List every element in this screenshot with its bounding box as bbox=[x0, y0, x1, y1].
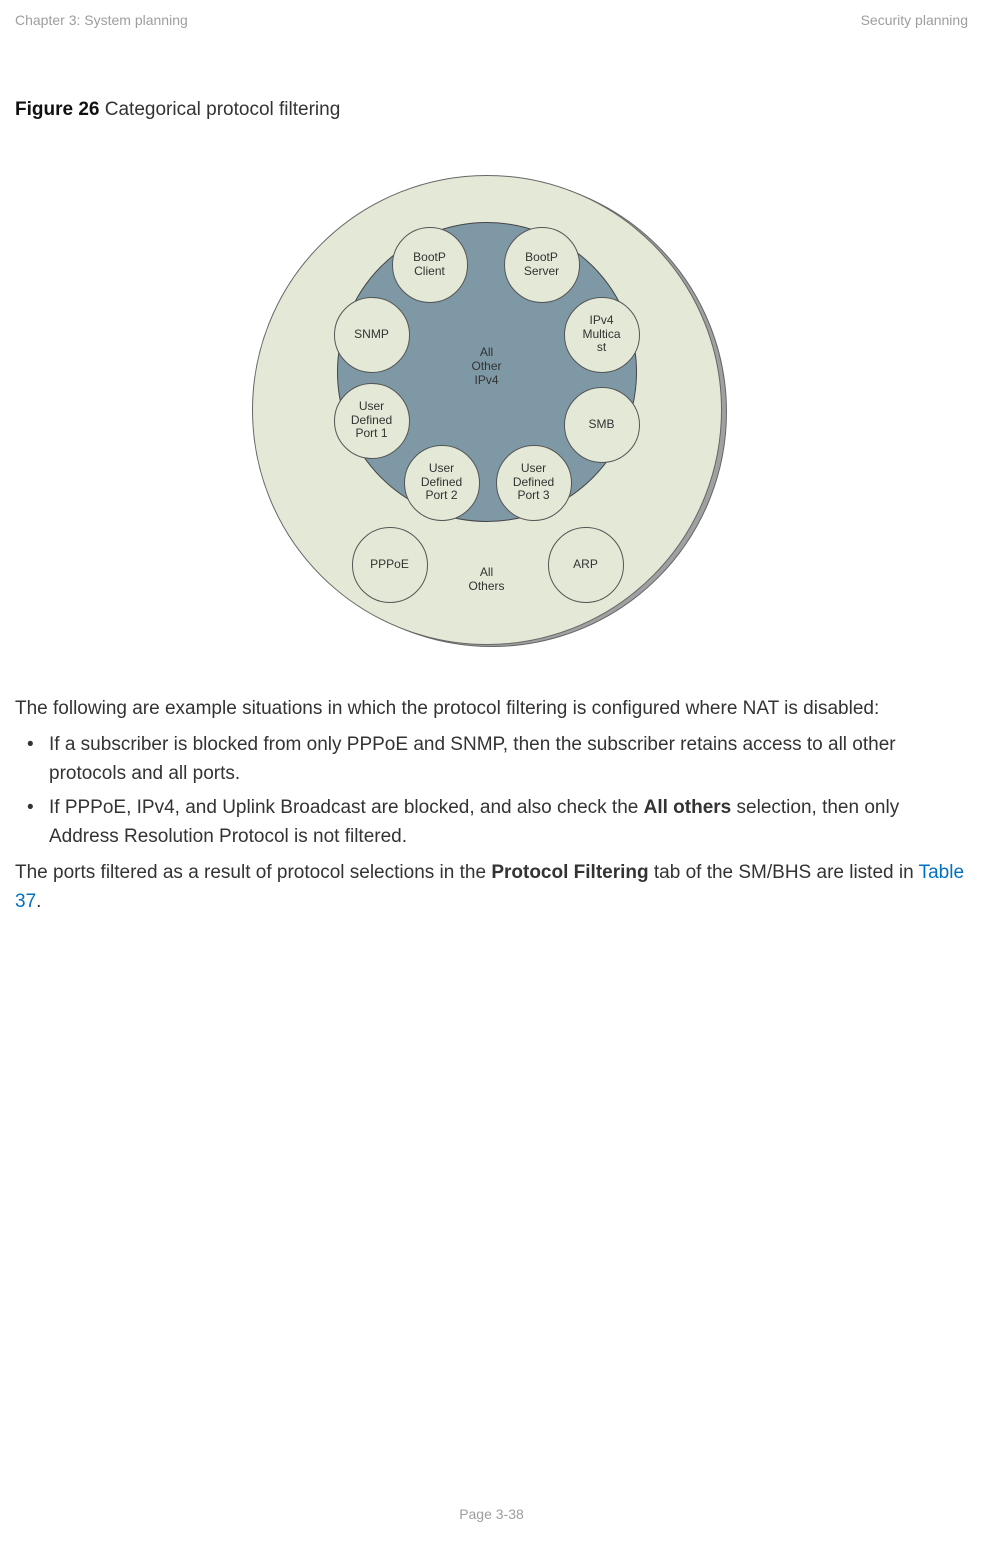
node-arp: ARP bbox=[548, 527, 624, 603]
intro-paragraph: The following are example situations in … bbox=[15, 695, 968, 724]
header-right: Security planning bbox=[861, 10, 968, 31]
p2-a: The ports filtered as a result of protoc… bbox=[15, 862, 491, 883]
node-smb: SMB bbox=[564, 387, 640, 463]
figure-number: Figure 26 bbox=[15, 99, 99, 120]
figure-caption: Categorical protocol filtering bbox=[99, 99, 340, 120]
list-item: If a subscriber is blocked from only PPP… bbox=[15, 731, 968, 788]
li2-text-a: If PPPoE, IPv4, and Uplink Broadcast are… bbox=[49, 797, 644, 818]
protocol-diagram: All Other IPv4 All Others BootP Client B… bbox=[252, 175, 732, 655]
node-pppoe: PPPoE bbox=[352, 527, 428, 603]
figure-label: Figure 26 Categorical protocol filtering bbox=[15, 96, 968, 125]
li1-text: If a subscriber is blocked from only PPP… bbox=[49, 734, 896, 784]
node-user-defined-port-3: User Defined Port 3 bbox=[496, 445, 572, 521]
example-list: If a subscriber is blocked from only PPP… bbox=[15, 731, 968, 851]
node-bootp-server: BootP Server bbox=[504, 227, 580, 303]
p2-bold: Protocol Filtering bbox=[491, 862, 648, 883]
node-snmp: SNMP bbox=[334, 297, 410, 373]
p2-c: . bbox=[36, 891, 41, 912]
node-user-defined-port-1: User Defined Port 1 bbox=[334, 383, 410, 459]
list-item: If PPPoE, IPv4, and Uplink Broadcast are… bbox=[15, 794, 968, 851]
header-left: Chapter 3: System planning bbox=[15, 10, 188, 31]
diagram-container: All Other IPv4 All Others BootP Client B… bbox=[15, 175, 968, 655]
page-footer: Page 3-38 bbox=[0, 1504, 983, 1525]
node-ipv4-multicast: IPv4 Multica st bbox=[564, 297, 640, 373]
node-bootp-client: BootP Client bbox=[392, 227, 468, 303]
closing-paragraph: The ports filtered as a result of protoc… bbox=[15, 859, 968, 916]
p2-b: tab of the SM/BHS are listed in bbox=[649, 862, 919, 883]
node-user-defined-port-2: User Defined Port 2 bbox=[404, 445, 480, 521]
li2-bold: All others bbox=[644, 797, 732, 818]
label-all-other-ipv4: All Other IPv4 bbox=[437, 345, 537, 388]
page-header: Chapter 3: System planning Security plan… bbox=[15, 10, 968, 31]
label-all-others: All Others bbox=[437, 565, 537, 594]
